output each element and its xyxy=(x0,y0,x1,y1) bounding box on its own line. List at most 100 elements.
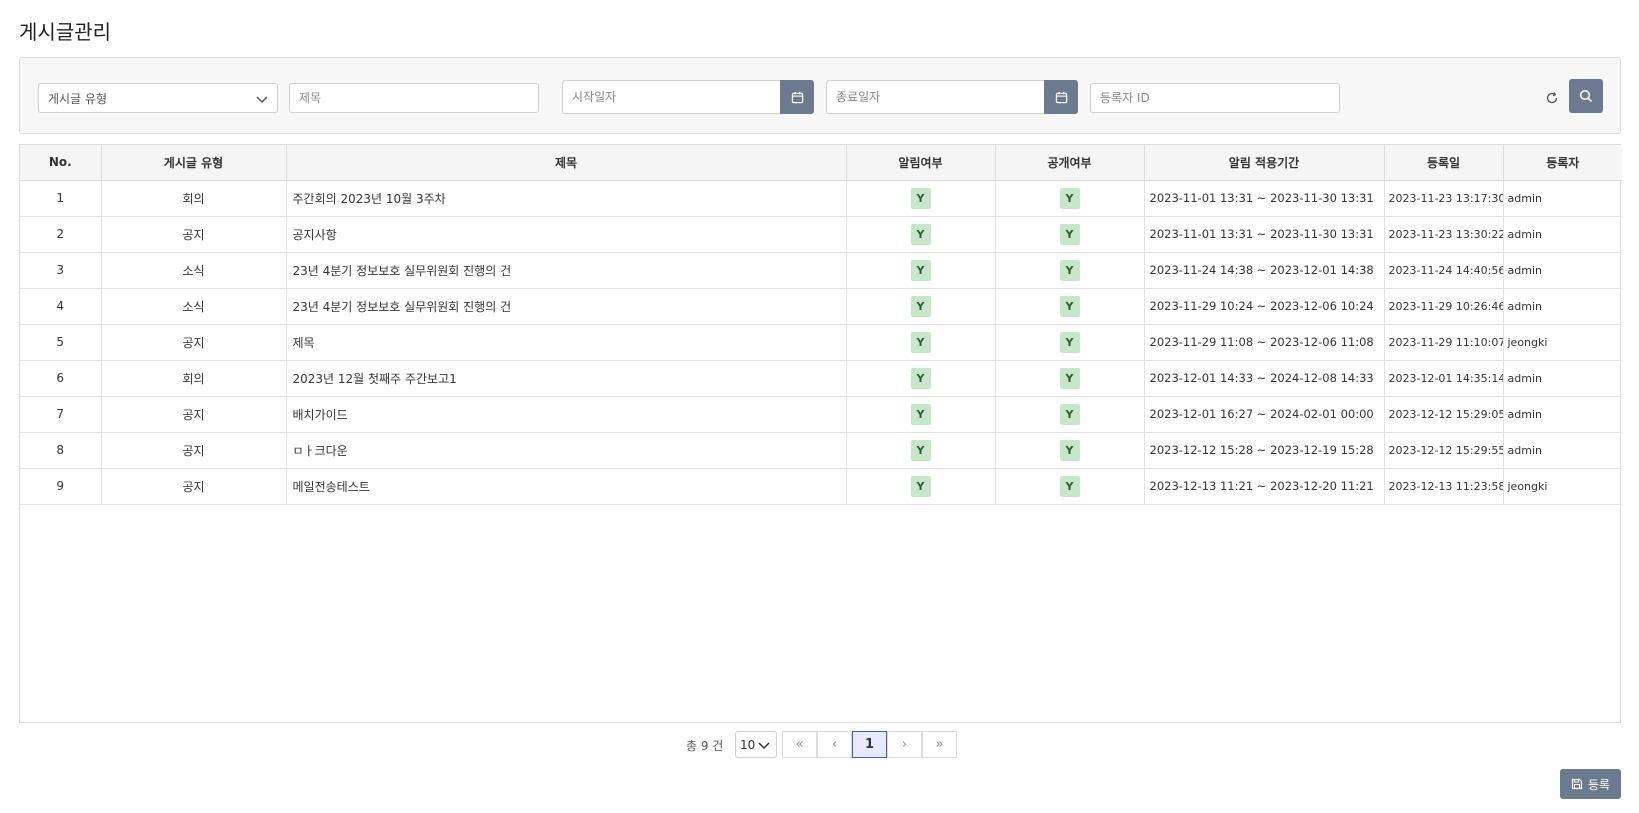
end-date-input[interactable] xyxy=(827,90,1077,104)
table-row[interactable]: 7 공지 배치가이드 Y Y 2023-12-01 16:27 ~ 2024-0… xyxy=(20,396,1622,433)
post-table: No. 게시글 유형 제목 알림여부 공개여부 알림 적용기간 등록일 등록자 … xyxy=(20,145,1622,505)
cell-title[interactable]: 23년 4분기 정보보호 실무위원회 진행의 건 xyxy=(286,288,847,325)
public-badge: Y xyxy=(1059,403,1080,425)
type-select[interactable]: 게시글 유형 xyxy=(38,83,278,113)
cell-no: 8 xyxy=(20,432,102,469)
search-button[interactable] xyxy=(1569,79,1603,113)
cell-author: admin xyxy=(1503,288,1622,325)
register-button-label: 등록 xyxy=(1587,777,1611,792)
cell-public: Y xyxy=(995,180,1145,217)
notify-badge: Y xyxy=(910,259,931,281)
column-header-period[interactable]: 알림 적용기간 xyxy=(1144,145,1385,181)
start-date-calendar-button[interactable] xyxy=(780,80,814,114)
cell-period: 2023-12-12 15:28 ~ 2023-12-19 15:28 xyxy=(1144,432,1385,469)
refresh-icon xyxy=(1546,92,1558,104)
notify-badge: Y xyxy=(910,187,931,209)
notify-badge: Y xyxy=(910,331,931,353)
page-size-select[interactable]: 10 xyxy=(735,731,777,758)
cell-notify: Y xyxy=(846,288,996,325)
chevron-down-icon xyxy=(758,741,770,749)
table-row[interactable]: 3 소식 23년 4분기 정보보호 실무위원회 진행의 건 Y Y 2023-1… xyxy=(20,252,1622,289)
table-row[interactable]: 1 회의 주간회의 2023년 10월 3주차 Y Y 2023-11-01 1… xyxy=(20,180,1622,217)
cell-type: 회의 xyxy=(101,360,287,397)
column-header-public[interactable]: 공개여부 xyxy=(995,145,1145,181)
table-row[interactable]: 2 공지 공지사항 Y Y 2023-11-01 13:31 ~ 2023-11… xyxy=(20,216,1622,253)
author-field[interactable] xyxy=(1090,83,1340,113)
end-date-field[interactable] xyxy=(826,80,1078,114)
prev-page-button[interactable]: ‹ xyxy=(817,731,852,758)
cell-author: jeongki xyxy=(1503,468,1622,505)
cell-notify: Y xyxy=(846,468,996,505)
cell-reg-date: 2023-11-29 11:10:07 xyxy=(1384,324,1504,361)
cell-title[interactable]: 배치가이드 xyxy=(286,396,847,433)
cell-no: 4 xyxy=(20,288,102,325)
cell-title[interactable]: 공지사항 xyxy=(286,216,847,253)
cell-no: 1 xyxy=(20,180,102,217)
cell-reg-date: 2023-11-29 10:26:46 xyxy=(1384,288,1504,325)
register-button[interactable]: 등록 xyxy=(1560,769,1621,799)
cell-type: 회의 xyxy=(101,180,287,217)
column-header-author[interactable]: 등록자 xyxy=(1503,145,1622,181)
total-count: 총 9 건 xyxy=(686,739,724,753)
cell-no: 2 xyxy=(20,216,102,253)
refresh-button[interactable] xyxy=(1538,84,1566,112)
public-badge: Y xyxy=(1059,367,1080,389)
last-page-button[interactable]: » xyxy=(922,731,957,758)
cell-notify: Y xyxy=(846,396,996,433)
column-header-type[interactable]: 게시글 유형 xyxy=(101,145,287,181)
cell-period: 2023-11-29 10:24 ~ 2023-12-06 10:24 xyxy=(1144,288,1385,325)
page-size-value: 10 xyxy=(740,737,756,752)
public-badge: Y xyxy=(1059,331,1080,353)
cell-no: 9 xyxy=(20,468,102,505)
end-date-calendar-button[interactable] xyxy=(1044,80,1078,114)
cell-type: 소식 xyxy=(101,252,287,289)
cell-type: 공지 xyxy=(101,324,287,361)
cell-reg-date: 2023-12-12 15:29:05 xyxy=(1384,396,1504,433)
cell-reg-date: 2023-11-23 13:17:30 xyxy=(1384,180,1504,217)
cell-title[interactable]: 23년 4분기 정보보호 실무위원회 진행의 건 xyxy=(286,252,847,289)
cell-title[interactable]: 주간회의 2023년 10월 3주차 xyxy=(286,180,847,217)
cell-title[interactable]: 제목 xyxy=(286,324,847,361)
page-1-button[interactable]: 1 xyxy=(852,731,887,758)
title-input[interactable] xyxy=(290,91,538,105)
cell-type: 소식 xyxy=(101,288,287,325)
cell-title[interactable]: ㅁㅏ크다운 xyxy=(286,432,847,469)
cell-type: 공지 xyxy=(101,432,287,469)
title-field[interactable] xyxy=(289,83,539,113)
cell-title[interactable]: 2023년 12월 첫째주 주간보고1 xyxy=(286,360,847,397)
cell-period: 2023-12-13 11:21 ~ 2023-12-20 11:21 xyxy=(1144,468,1385,505)
cell-author: admin xyxy=(1503,360,1622,397)
table-row[interactable]: 9 공지 메일전송테스트 Y Y 2023-12-13 11:21 ~ 2023… xyxy=(20,468,1622,505)
table-row[interactable]: 6 회의 2023년 12월 첫째주 주간보고1 Y Y 2023-12-01 … xyxy=(20,360,1622,397)
cell-notify: Y xyxy=(846,360,996,397)
type-select-value: 게시글 유형 xyxy=(48,91,108,106)
start-date-input[interactable] xyxy=(563,90,813,104)
cell-notify: Y xyxy=(846,180,996,217)
cell-period: 2023-12-01 16:27 ~ 2024-02-01 00:00 xyxy=(1144,396,1385,433)
start-date-field[interactable] xyxy=(562,80,814,114)
cell-public: Y xyxy=(995,360,1145,397)
notify-badge: Y xyxy=(910,295,931,317)
column-header-notify[interactable]: 알림여부 xyxy=(846,145,996,181)
cell-notify: Y xyxy=(846,216,996,253)
cell-author: admin xyxy=(1503,180,1622,217)
column-header-no[interactable]: No. xyxy=(20,145,102,181)
table-row[interactable]: 8 공지 ㅁㅏ크다운 Y Y 2023-12-12 15:28 ~ 2023-1… xyxy=(20,432,1622,469)
cell-period: 2023-12-01 14:33 ~ 2024-12-08 14:33 xyxy=(1144,360,1385,397)
table-row[interactable]: 4 소식 23년 4분기 정보보호 실무위원회 진행의 건 Y Y 2023-1… xyxy=(20,288,1622,325)
author-input[interactable] xyxy=(1091,91,1339,105)
cell-period: 2023-11-01 13:31 ~ 2023-11-30 13:31 xyxy=(1144,216,1385,253)
table-row[interactable]: 5 공지 제목 Y Y 2023-11-29 11:08 ~ 2023-12-0… xyxy=(20,324,1622,361)
cell-period: 2023-11-01 13:31 ~ 2023-11-30 13:31 xyxy=(1144,180,1385,217)
page-title: 게시글관리 xyxy=(19,20,111,44)
post-table-container: No. 게시글 유형 제목 알림여부 공개여부 알림 적용기간 등록일 등록자 … xyxy=(19,144,1622,723)
cell-title[interactable]: 메일전송테스트 xyxy=(286,468,847,505)
next-page-button[interactable]: › xyxy=(887,731,922,758)
first-page-button[interactable]: « xyxy=(782,731,817,758)
public-badge: Y xyxy=(1059,223,1080,245)
chevron-down-icon xyxy=(256,96,268,104)
save-icon xyxy=(1571,778,1583,790)
column-header-title[interactable]: 제목 xyxy=(286,145,847,181)
column-header-reg-date[interactable]: 등록일 xyxy=(1384,145,1504,181)
public-badge: Y xyxy=(1059,439,1080,461)
